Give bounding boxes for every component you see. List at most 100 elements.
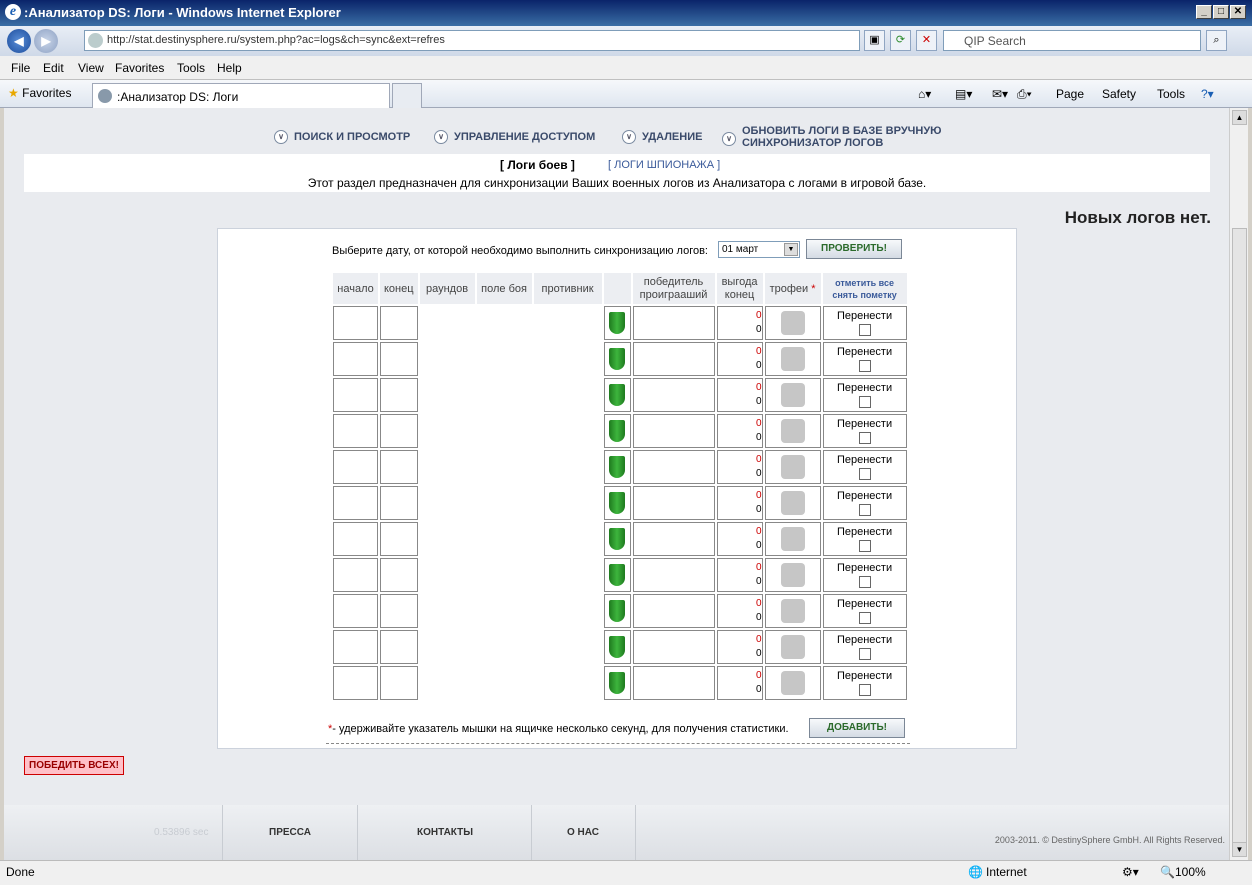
trophy-box-icon[interactable] (780, 491, 805, 515)
nav-access[interactable]: ∨ УПРАВЛЕНИЕ ДОСТУПОМ (434, 130, 595, 144)
move-checkbox[interactable] (858, 612, 871, 625)
footer-about-link[interactable]: О НАС (567, 827, 599, 838)
nav-refresh[interactable]: ∨ ОБНОВИТЬ ЛОГИ В БАЗЕ ВРУЧНУЮ СИНХРОНИЗ… (722, 125, 942, 149)
menu-view[interactable]: View (78, 61, 104, 75)
tab-battle-logs[interactable]: [ Логи боев ] (500, 158, 575, 172)
favorites-button[interactable]: ★ Favorites (8, 86, 71, 100)
move-checkbox[interactable] (858, 684, 871, 697)
trophy-box-icon[interactable] (780, 635, 805, 659)
scroll-up-icon[interactable]: ▲ (1232, 110, 1247, 125)
trophy-box-icon[interactable] (780, 383, 805, 407)
cell-trophy[interactable] (764, 342, 821, 376)
menu-file[interactable]: File (11, 61, 30, 75)
address-row: ◀ ▶ http://stat.destinysphere.ru/system.… (0, 26, 1252, 56)
zoom-icon[interactable]: 🔍 (1160, 865, 1175, 879)
maximize-button[interactable]: □ (1213, 5, 1229, 19)
minimize-button[interactable]: _ (1196, 5, 1212, 19)
scroll-thumb[interactable] (1232, 228, 1247, 848)
shield-icon (609, 528, 626, 550)
cell-start (333, 486, 378, 520)
feeds-icon[interactable]: ▤▾ (955, 87, 972, 101)
trophy-box-icon[interactable] (780, 311, 805, 335)
trophy-box-icon[interactable] (780, 419, 805, 443)
trophy-box-icon[interactable] (780, 527, 805, 551)
compat-view-button[interactable]: ▣ (864, 30, 885, 51)
trophy-box-icon[interactable] (780, 671, 805, 695)
move-checkbox[interactable] (858, 360, 871, 373)
footer-divider (531, 805, 532, 860)
cell-trophy[interactable] (764, 522, 821, 556)
move-checkbox[interactable] (858, 576, 871, 589)
cell-trophy[interactable] (764, 450, 821, 484)
close-window-button[interactable]: ✕ (1230, 5, 1246, 19)
cell-rounds (419, 414, 475, 448)
cell-trophy[interactable] (764, 486, 821, 520)
search-input[interactable]: QIP Search (943, 30, 1201, 51)
refresh-button[interactable]: ⟳ (890, 30, 911, 51)
cell-profit: 00 (716, 486, 763, 520)
cell-trophy[interactable] (764, 558, 821, 592)
trophy-box-icon[interactable] (780, 347, 805, 371)
search-icon[interactable]: ⌕ (1206, 30, 1227, 51)
zoom-level[interactable]: 100% (1175, 865, 1206, 879)
new-tab-button[interactable] (392, 83, 422, 108)
trophy-box-icon[interactable] (780, 563, 805, 587)
nav-delete[interactable]: ∨ УДАЛЕНИЕ (622, 130, 702, 144)
add-button[interactable]: ДОБАВИТЬ! (809, 718, 905, 738)
cell-shield (603, 594, 631, 628)
footer-contacts-link[interactable]: КОНТАКТЫ (417, 827, 473, 838)
move-checkbox[interactable] (858, 324, 871, 337)
menu-favorites[interactable]: Favorites (115, 61, 164, 75)
cell-trophy[interactable] (764, 666, 821, 700)
end-value: 0 (755, 540, 762, 551)
cell-trophy[interactable] (764, 594, 821, 628)
unmark-link[interactable]: снять пометку (827, 289, 903, 301)
check-button[interactable]: ПРОВЕРИТЬ! (806, 239, 902, 259)
protected-mode-icon[interactable]: ⚙▾ (1122, 865, 1139, 879)
move-checkbox[interactable] (858, 432, 871, 445)
print-icon[interactable]: ⎙▾ (1017, 87, 1032, 102)
cell-trophy[interactable] (764, 378, 821, 412)
footer-press-link[interactable]: ПРЕССА (269, 827, 311, 838)
move-checkbox[interactable] (858, 396, 871, 409)
back-button[interactable]: ◀ (7, 29, 31, 53)
beat-all-button[interactable]: ПОБЕДИТЬ ВСЕХ! (24, 756, 124, 775)
col-profit: выгода конец (716, 273, 763, 304)
move-checkbox[interactable] (858, 468, 871, 481)
cell-field (476, 630, 532, 664)
col-field: поле боя (476, 273, 532, 304)
profit-value: 0 (755, 670, 762, 681)
move-checkbox[interactable] (858, 540, 871, 553)
address-bar[interactable]: http://stat.destinysphere.ru/system.php?… (84, 30, 860, 51)
cell-trophy[interactable] (764, 306, 821, 340)
subtabs-bar: [ Логи боев ] [ ЛОГИ ШПИОНАЖА ] Этот раз… (24, 154, 1210, 192)
vertical-scrollbar[interactable]: ▲ ▼ (1229, 108, 1248, 860)
help-icon[interactable]: ?▾ (1201, 87, 1214, 101)
home-icon[interactable]: ⌂▾ (918, 87, 931, 101)
profit-value: 0 (755, 598, 762, 609)
date-select[interactable]: 01 март ▼ (718, 241, 800, 258)
col-winner-line1: победитель (643, 275, 704, 288)
nav-search[interactable]: ∨ ПОИСК И ПРОСМОТР (274, 130, 410, 144)
page-menu[interactable]: Page (1056, 87, 1084, 101)
table-row: 0 0 Перенести (333, 558, 907, 592)
cell-move: Перенести (822, 594, 907, 628)
move-checkbox[interactable] (858, 504, 871, 517)
stop-button[interactable]: ✕ (916, 30, 937, 51)
menu-edit[interactable]: Edit (43, 61, 64, 75)
cell-trophy[interactable] (764, 414, 821, 448)
mail-icon[interactable]: ✉▾ (992, 87, 1008, 101)
tab-analyzer[interactable]: :Анализатор DS: Логи (92, 83, 390, 108)
trophy-box-icon[interactable] (780, 455, 805, 479)
scroll-down-icon[interactable]: ▼ (1232, 842, 1247, 857)
forward-button[interactable]: ▶ (34, 29, 58, 53)
tab-spy-logs[interactable]: [ ЛОГИ ШПИОНАЖА ] (608, 159, 720, 171)
cell-trophy[interactable] (764, 630, 821, 664)
menu-help[interactable]: Help (217, 61, 242, 75)
trophy-box-icon[interactable] (780, 599, 805, 623)
tools-menu[interactable]: Tools (1157, 87, 1185, 101)
safety-menu[interactable]: Safety (1102, 87, 1136, 101)
menu-tools[interactable]: Tools (177, 61, 205, 75)
mark-all-link[interactable]: отметить все (827, 277, 903, 289)
move-checkbox[interactable] (858, 648, 871, 661)
